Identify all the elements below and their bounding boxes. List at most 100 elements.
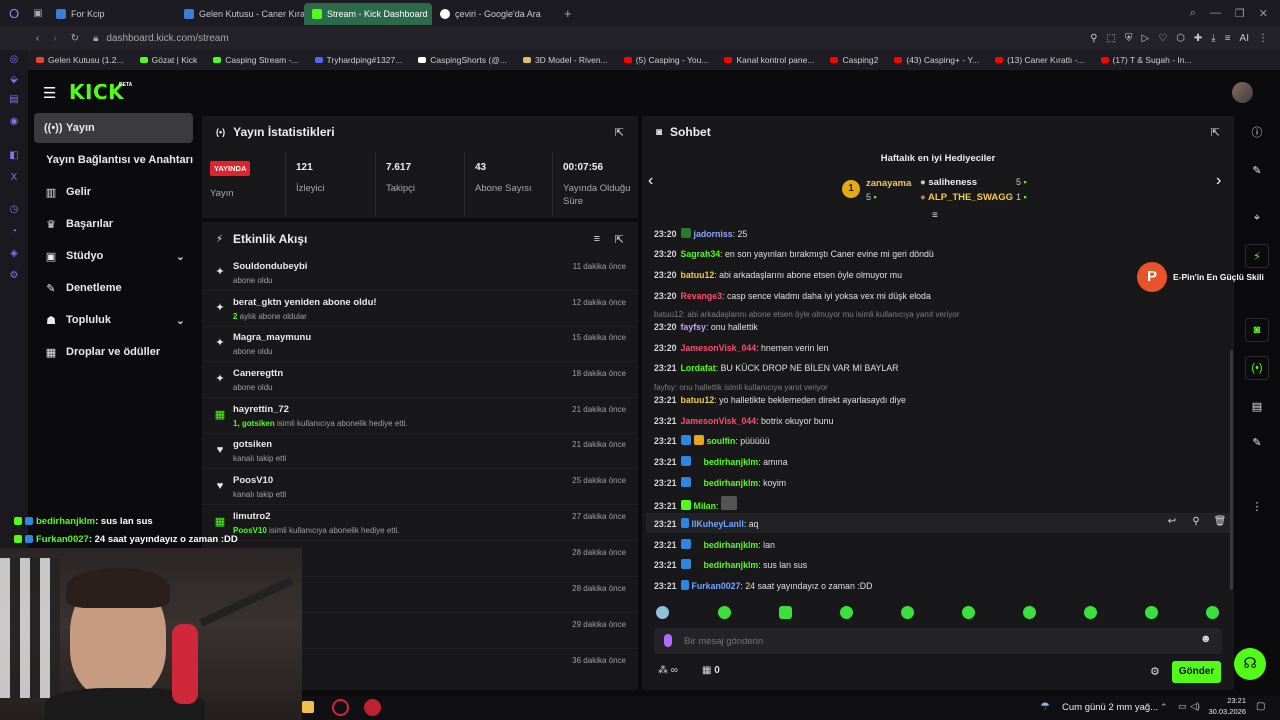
event-name[interactable]: PoosV10 [233,475,273,486]
tray-chevron-icon[interactable]: ⌃ [1160,702,1168,713]
edit-icon[interactable]: ✎ [1245,158,1269,182]
obs-icon[interactable] [364,699,381,716]
sidebar-item-basarilar[interactable]: ♛ Başarılar [34,209,193,239]
emote-icon[interactable] [901,606,914,619]
message-user[interactable]: batuu12 [681,270,715,280]
popout-icon[interactable]: ⇱ [615,126,624,139]
message-user[interactable]: llKuheyLanll [692,519,744,529]
message-user[interactable]: bedirhanjklm [704,540,759,550]
screenshot-icon[interactable]: ⬚ [1107,33,1116,44]
channel-points[interactable]: ⁂ ∞ [658,665,678,676]
messenger-icon[interactable]: ◉ [8,116,20,128]
heart-icon[interactable]: ♡ [1158,33,1167,44]
message-user[interactable]: Lordafat [681,363,716,373]
emote-icon[interactable] [779,606,792,619]
tab-3[interactable]: çeviri - Google'da Ara [432,3,560,25]
emote-icon[interactable] [1145,606,1158,619]
more-icon[interactable]: ⋮ [1245,494,1269,518]
event-name[interactable]: gotsiken [233,439,272,450]
message-user[interactable]: JamesonVisk_044 [681,416,757,426]
message-user[interactable]: soulfin [707,436,736,446]
message-user[interactable]: JamesonVisk_044 [681,343,757,353]
play-circle-icon[interactable]: ◷ [8,204,20,216]
emote-icon[interactable] [1084,606,1097,619]
emote-icon[interactable] [1206,606,1219,619]
bag-icon[interactable]: ⬙ [8,74,20,86]
network-icon[interactable]: ▭ [1178,701,1187,712]
collapse-icon[interactable]: ≡ [932,210,938,221]
bookmark-5[interactable]: 3D Model - Riven... [515,55,616,65]
puzzle-icon[interactable]: ✚ [1194,33,1202,44]
chevron-right-icon[interactable]: › [1216,172,1221,190]
new-tab-icon[interactable]: + [564,6,572,21]
target-icon[interactable]: ⌖ [1245,206,1269,230]
workspace-icon[interactable]: ▣ [28,8,48,19]
send-button[interactable]: Gönder [1172,661,1221,683]
message-icon[interactable]: ▤ [8,94,20,106]
clock-icon[interactable]: ◔ [8,226,20,238]
ai-icon[interactable]: AI [1240,33,1249,44]
message-user[interactable]: Sagrah34 [681,249,721,259]
event-name[interactable]: hayrettin_72 [233,404,289,415]
chat-scrollbar[interactable] [1230,350,1233,590]
chat-icon[interactable]: ◙ [1245,318,1269,342]
bookmark-1[interactable]: Gözat | Kick [132,55,206,65]
wrench-icon[interactable]: ✎ [1245,430,1269,454]
message-user[interactable]: Revange3 [681,291,723,301]
bookmark-0[interactable]: Gelen Kutusu (1.2... [28,55,132,65]
chevron-down-icon[interactable]: ⌄ [176,250,185,263]
kick-logo[interactable]: KICK [69,80,124,104]
layers-icon[interactable]: ▤ [1245,394,1269,418]
tab-2[interactable]: Stream - Kick Dashboard [304,3,432,25]
message-user[interactable]: Milan [694,501,716,511]
bookmark-11[interactable]: (17) T & Sugah - In... [1093,55,1200,65]
gear-icon[interactable]: ⚙ [1150,665,1160,678]
reload-icon[interactable]: ↻ [71,33,79,44]
reply-icon[interactable]: ↩ [1162,516,1182,530]
emote-icon[interactable] [656,606,669,619]
play-icon[interactable]: ▷ [1141,33,1149,44]
forward-icon[interactable]: › [53,33,56,44]
bookmark-4[interactable]: CaspingShorts (@... [410,55,515,65]
opera-icon[interactable] [332,699,349,716]
event-name[interactable]: Souldondubeybi [233,261,307,272]
weather-text[interactable]: Cum günü 2 mm yağ... [1062,702,1158,713]
back-icon[interactable]: ‹ [36,33,39,44]
broadcast-icon[interactable]: (•) [1245,356,1269,380]
extensions-icon[interactable]: ⬡ [1176,33,1185,44]
download-icon[interactable]: ⤓ [1211,33,1215,44]
info-icon[interactable]: ⓘ [1245,120,1269,144]
bookmark-9[interactable]: (43) Casping+ - Y... [886,55,987,65]
gifter-name[interactable]: ALP_THE_SWAGG [928,192,1013,203]
tab-1[interactable]: Gelen Kutusu - Caner Kıratlı [176,3,304,25]
avatar[interactable] [1232,82,1253,103]
sidebar-item-studyo[interactable]: ▣ Stüdyo ⌄ [34,241,193,271]
message-user[interactable]: bedirhanjklm [704,478,759,488]
sidebar-item-droplar[interactable]: ▦ Droplar ve ödüller [34,337,193,367]
twitch-icon[interactable]: ◧ [8,150,20,162]
gear-icon[interactable]: ⚙ [8,270,20,282]
hamburger-menu-icon[interactable]: ☰ [43,84,56,102]
message-user[interactable]: Furkan0027 [692,581,741,591]
sidebar-item-topluluk[interactable]: ☗ Topluluk ⌄ [34,305,193,335]
pin-icon[interactable]: ⚲ [1090,33,1097,44]
volume-icon[interactable]: ◁) [1190,701,1200,712]
settings-icon[interactable]: ≡ [1225,33,1231,44]
event-name[interactable]: Magra_maymunu [233,332,311,343]
minimize-icon[interactable]: — [1210,7,1221,20]
filter-icon[interactable]: ≡ [594,233,600,245]
message-user[interactable]: batuu12 [681,395,715,405]
shield-icon[interactable]: ⛨ [1125,33,1133,44]
emote-icon[interactable] [718,606,731,619]
sidebar-item-stream-key[interactable]: Yayın Bağlantısı ve Anahtarı [34,145,193,175]
event-name[interactable]: berat_gktn yeniden abone oldu! [233,297,377,308]
message-user[interactable]: bedirhanjklm [704,457,759,467]
bookmark-8[interactable]: Casping2 [822,55,886,65]
folder-icon[interactable] [302,701,314,713]
sidebar-item-gelir[interactable]: ▥ Gelir [34,177,193,207]
emote-icon[interactable] [840,606,853,619]
emote-icon[interactable] [1023,606,1036,619]
popout-icon[interactable]: ⇱ [615,233,624,246]
delete-icon[interactable]: 🗑︎ [1210,516,1230,530]
message-user[interactable]: bedirhanjklm [704,560,759,570]
